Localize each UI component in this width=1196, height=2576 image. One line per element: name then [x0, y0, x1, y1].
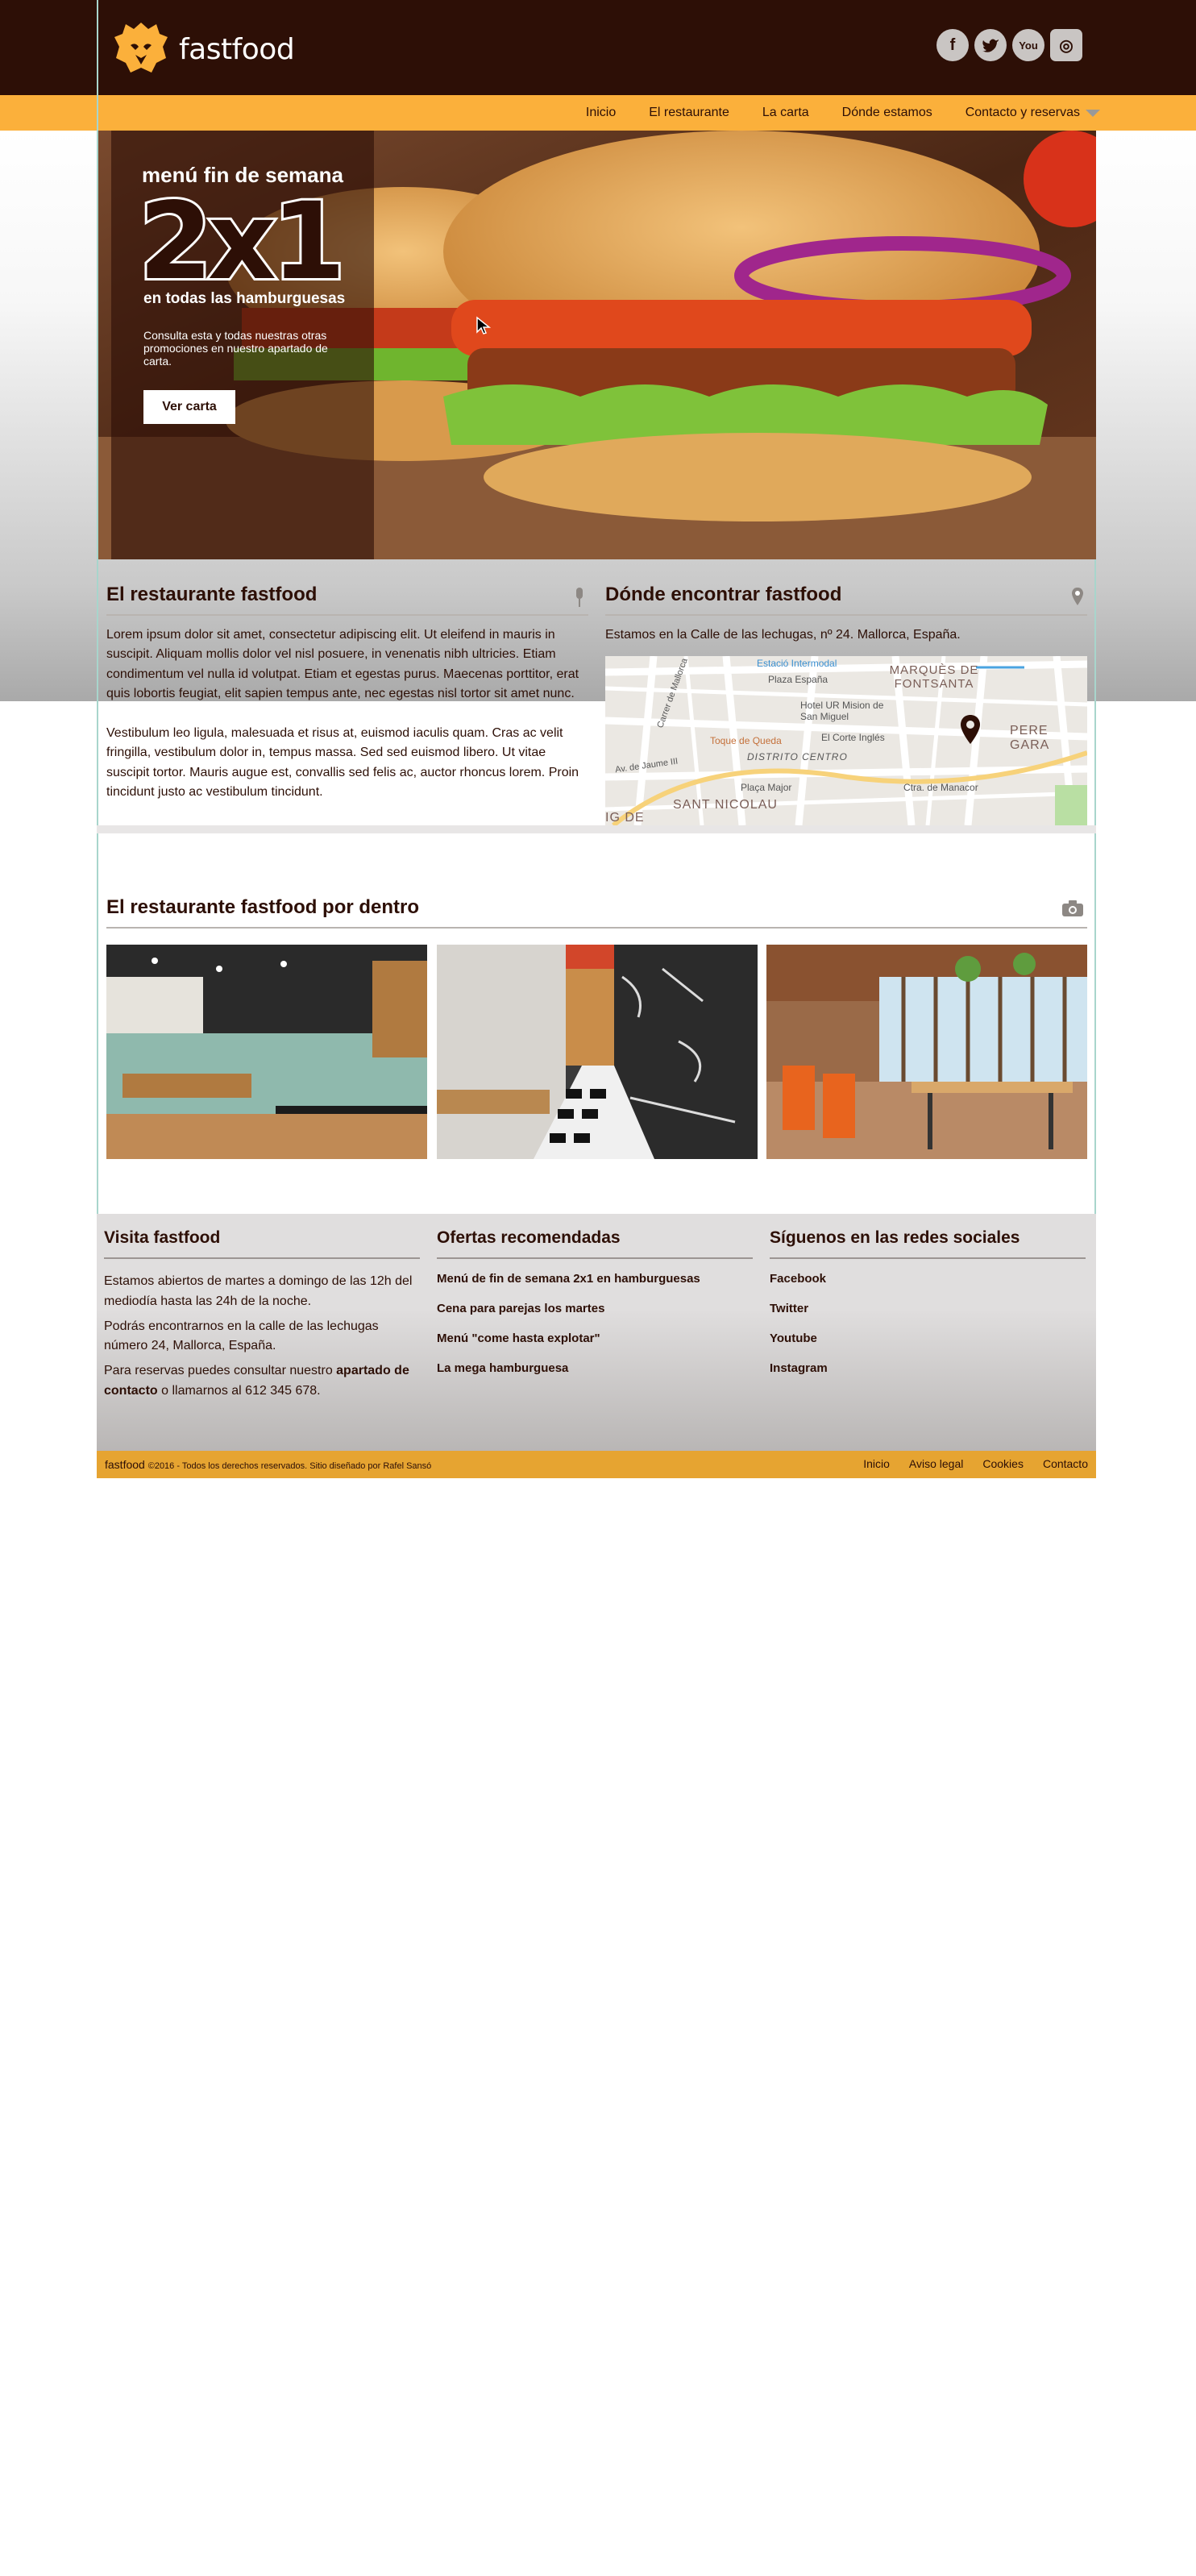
hero-banner: menú fin de semana 2x1 en todas las hamb…: [97, 131, 1096, 559]
offer-link-4[interactable]: La mega hamburguesa: [437, 1361, 753, 1375]
gallery-title-prefix: El restaurante: [106, 896, 241, 918]
facebook-icon[interactable]: f: [936, 29, 969, 61]
offer-link-2[interactable]: Cena para parejas los martes: [437, 1302, 753, 1315]
about-paragraph-2: Vestibulum leo ligula, malesuada et risu…: [106, 725, 579, 800]
about-section: El restaurante fastfood Lorem ipsum dolo…: [106, 584, 588, 803]
offer-link-3[interactable]: Menú "come hasta explotar": [437, 1332, 753, 1345]
gallery-title: El restaurante fastfood por dentro: [106, 896, 1087, 919]
footer-visit-column: Visita fastfood Estamos abiertos de mart…: [104, 1228, 420, 1406]
map-label-distrito: DISTRITO CENTRO: [747, 751, 848, 762]
about-title-brand: fastfood: [240, 584, 318, 605]
map-label-manacor: Ctra. de Manacor: [903, 782, 978, 793]
follow-link-instagram[interactable]: Instagram: [770, 1361, 1086, 1375]
promo-description: Consulta esta y todas nuestras otras pro…: [143, 329, 328, 368]
map-label-corte: El Corte Inglés: [821, 732, 885, 743]
map-pin-icon: [1071, 587, 1084, 610]
bottom-link-contacto[interactable]: Contacto: [1043, 1457, 1088, 1470]
map-label-hotel: Hotel UR Mision de San Miguel: [800, 700, 884, 723]
footer-hours: Estamos abiertos de martes a domingo de …: [104, 1274, 413, 1308]
copyright-brand: fastfood: [105, 1458, 145, 1471]
promo-subtitle: en todas las hamburguesas: [143, 290, 346, 307]
map-marker-icon[interactable]: [960, 714, 981, 749]
camera-icon: [1061, 900, 1084, 921]
about-title: El restaurante fastfood: [106, 584, 588, 606]
footer-reservations: Para reservas puedes consultar nuestro a…: [104, 1361, 420, 1402]
copyright-text: ©2016 - Todos los derechos reservados. S…: [147, 1461, 432, 1471]
social-links: f You ◎: [936, 29, 1082, 61]
promo-big-text: 2x1: [136, 180, 348, 304]
bottom-links: Inicio Aviso legal Cookies Contacto: [863, 1457, 1088, 1470]
footer-follow-divider: [770, 1257, 1086, 1259]
map-label-ig: IG DE: [605, 811, 645, 825]
mouse-cursor-icon: [475, 316, 495, 343]
footer-address: Podrás encontrarnos en la calle de las l…: [104, 1319, 379, 1353]
footer-visit-brand: fastfood: [153, 1228, 221, 1247]
footer-offers-column: Ofertas recomendadas Menú de fin de sema…: [437, 1228, 753, 1391]
gallery-title-suffix: por dentro: [317, 896, 420, 918]
map-label-placa: Plaça Major: [741, 782, 792, 793]
location-section: Dónde encontrar fastfood Estamos en la C…: [605, 584, 1087, 645]
gallery-title-brand: fastfood: [240, 896, 318, 918]
bottom-link-aviso-legal[interactable]: Aviso legal: [909, 1457, 963, 1470]
youtube-icon[interactable]: You: [1012, 29, 1044, 61]
footer-follow-title: Síguenos en las redes sociales: [770, 1228, 1020, 1247]
location-title: Dónde encontrar fastfood: [605, 584, 1087, 606]
location-address: Estamos en la Calle de las lechugas, nº …: [605, 628, 961, 642]
gallery-photo-3[interactable]: [766, 945, 1087, 1159]
location-map[interactable]: Estació Intermodal Plaza España Hotel UR…: [605, 656, 1087, 825]
gallery-photo-2[interactable]: [437, 945, 758, 1159]
follow-link-twitter[interactable]: Twitter: [770, 1302, 1086, 1315]
footer-offers-title: Ofertas recomendadas: [437, 1228, 621, 1247]
section-strip: [97, 825, 1096, 833]
microphone-icon: [574, 587, 585, 612]
location-divider: [605, 614, 1087, 616]
footer-visit-title: Visita fastfood: [104, 1228, 420, 1248]
location-title-brand: fastfood: [765, 584, 842, 605]
map-label-plaza: Plaza España: [768, 674, 828, 685]
map-label-estacio: Estació Intermodal: [757, 658, 837, 669]
logo-text: fastfood: [179, 33, 295, 66]
map-label-pere: PERE GARA: [1010, 724, 1050, 752]
gallery-photo-1[interactable]: [106, 945, 427, 1159]
top-header: fastfood f You ◎: [0, 0, 1196, 95]
offer-link-1[interactable]: Menú de fin de semana 2x1 en hamburguesa…: [437, 1272, 753, 1286]
bottom-link-cookies[interactable]: Cookies: [982, 1457, 1024, 1470]
footer-offers-divider: [437, 1257, 753, 1259]
footer-visit-divider: [104, 1257, 420, 1259]
follow-link-youtube[interactable]: Youtube: [770, 1332, 1086, 1345]
instagram-icon[interactable]: ◎: [1050, 29, 1082, 61]
footer-visit-prefix: Visita: [104, 1228, 154, 1247]
copyright: fastfood ©2016 - Todos los derechos rese…: [105, 1458, 431, 1471]
follow-link-facebook[interactable]: Facebook: [770, 1272, 1086, 1286]
nav-donde-estamos[interactable]: Dónde estamos: [842, 106, 932, 120]
bottom-bar: fastfood ©2016 - Todos los derechos rese…: [97, 1451, 1096, 1478]
footer-follow-column: Síguenos en las redes sociales Facebook …: [770, 1228, 1086, 1391]
youtube-glyph: You: [1019, 39, 1038, 52]
gallery-divider: [106, 927, 1087, 929]
nav-contacto[interactable]: Contacto y reservas: [966, 106, 1080, 120]
footer-reservations-prefix: Para reservas puedes consultar nuestro: [104, 1364, 337, 1378]
about-title-prefix: El restaurante: [106, 584, 241, 605]
gallery-section: El restaurante fastfood por dentro: [106, 896, 1087, 929]
dropdown-arrow-icon: [1086, 110, 1100, 117]
nav-el-restaurante[interactable]: El restaurante: [649, 106, 729, 120]
nav-la-carta[interactable]: La carta: [762, 106, 809, 120]
about-paragraph-1: Lorem ipsum dolor sit amet, consectetur …: [106, 628, 579, 701]
location-title-prefix: Dónde encontrar: [605, 584, 766, 605]
nav-inicio[interactable]: Inicio: [586, 106, 616, 120]
bottom-link-inicio[interactable]: Inicio: [863, 1457, 890, 1470]
ver-carta-button[interactable]: Ver carta: [143, 390, 235, 424]
main-navbar: Inicio El restaurante La carta Dónde est…: [0, 95, 1196, 131]
lion-logo-icon: [111, 18, 171, 81]
map-label-nicolau: SANT NICOLAU: [673, 798, 778, 812]
map-label-toque: Toque de Queda: [710, 735, 782, 746]
about-divider: [106, 614, 588, 616]
footer-reservations-suffix: o llamarnos al 612 345 678.: [157, 1383, 321, 1398]
logo[interactable]: fastfood: [111, 18, 295, 81]
map-label-marques: MARQUÈS DE FONTSANTA: [889, 663, 979, 691]
twitter-icon[interactable]: [974, 29, 1007, 61]
